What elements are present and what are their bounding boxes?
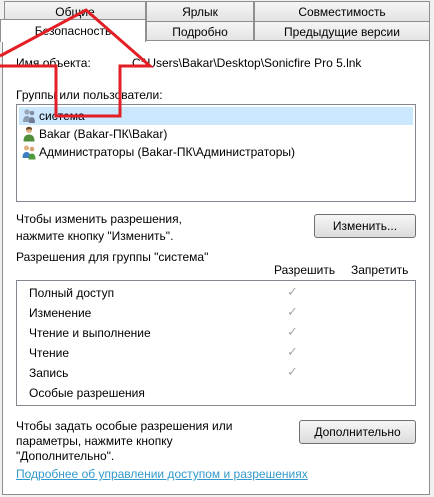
tab-general[interactable]: Общие	[4, 1, 146, 21]
list-item-label: Bakar (Bakar-ПК\Bakar)	[39, 127, 168, 141]
advanced-button[interactable]: Дополнительно	[299, 420, 416, 444]
help-link[interactable]: Подробнее об управлении доступом и разре…	[16, 467, 308, 481]
change-hint-line2: нажмите кнопку "Изменить".	[16, 229, 174, 243]
groups-label: Группы или пользователи:	[16, 88, 163, 102]
change-hint-line1: Чтобы изменить разрешения,	[16, 212, 182, 226]
tab-shortcut[interactable]: Ярлык	[146, 1, 254, 21]
permission-row: Запись	[29, 366, 69, 380]
object-path: C:\Users\Bakar\Desktop\Sonicfire Pro 5.l…	[132, 56, 362, 70]
tab-compatibility[interactable]: Совместимость	[254, 1, 430, 21]
groups-listbox[interactable]: система Bakar (Bakar-ПК\Bakar) Администр…	[16, 104, 416, 202]
allow-check-icon: ✓	[287, 284, 298, 299]
allow-column-header: Разрешить	[274, 263, 336, 277]
list-item-administrators[interactable]: Администраторы (Bakar-ПК\Администраторы)	[19, 143, 413, 161]
permission-row: Чтение	[29, 346, 70, 360]
allow-check-icon: ✓	[287, 344, 298, 359]
advanced-hint-line2: параметры, нажмите кнопку	[16, 434, 173, 448]
permission-row: Особые разрешения	[29, 386, 145, 400]
allow-check-icon: ✓	[287, 304, 298, 319]
users-group-icon	[23, 109, 35, 123]
tab-security[interactable]: Безопасность	[0, 19, 146, 42]
list-item-system[interactable]: система	[19, 107, 413, 125]
permission-row: Чтение и выполнение	[29, 326, 151, 340]
list-item-label: Администраторы (Bakar-ПК\Администраторы)	[39, 145, 296, 159]
allow-check-icon: ✓	[287, 324, 298, 339]
deny-column-header: Запретить	[351, 263, 409, 277]
tab-details[interactable]: Подробно	[146, 21, 254, 41]
permissions-list: Полный доступ Изменение Чтение и выполне…	[16, 280, 416, 406]
users-group-icon	[22, 145, 36, 160]
allow-check-icon: ✓	[287, 364, 298, 379]
tab-previous-versions[interactable]: Предыдущие версии	[254, 21, 430, 41]
advanced-hint-line3: "Дополнительно".	[16, 449, 115, 463]
advanced-hint-line1: Чтобы задать особые разрешения или	[16, 419, 233, 433]
permissions-label: Разрешения для группы "система"	[16, 250, 209, 264]
list-item-label: система	[39, 109, 85, 123]
object-name-label: Имя объекта:	[16, 56, 91, 70]
permission-row: Полный доступ	[29, 286, 115, 300]
permission-row: Изменение	[29, 306, 92, 320]
change-button[interactable]: Изменить...	[314, 214, 416, 238]
list-item-bakar[interactable]: Bakar (Bakar-ПК\Bakar)	[19, 125, 413, 143]
user-icon	[23, 126, 35, 142]
